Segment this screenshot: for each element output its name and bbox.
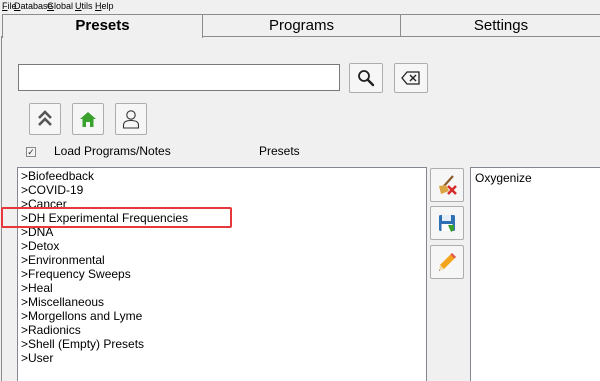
load-programs-label: Load Programs/Notes — [54, 144, 171, 158]
menu-help[interactable]: Help — [95, 1, 114, 12]
list-item[interactable]: >Shell (Empty) Presets — [21, 337, 144, 351]
menu-global[interactable]: Global — [47, 1, 73, 12]
search-input[interactable] — [18, 64, 340, 91]
search-icon — [358, 70, 375, 87]
person-icon — [122, 110, 140, 129]
list-item[interactable]: >Radionics — [21, 323, 81, 337]
backspace-clear-icon — [401, 71, 420, 85]
presets-heading: Presets — [259, 144, 300, 158]
list-item[interactable]: >Environmental — [21, 253, 105, 267]
program-list[interactable]: Oxygenize — [470, 167, 600, 381]
save-disk-icon — [439, 215, 455, 232]
menu-bar: File Database Global Utils Help — [0, 0, 600, 14]
list-item[interactable]: >User — [21, 351, 53, 365]
pencil-icon — [439, 253, 456, 271]
tab-presets[interactable]: Presets — [2, 14, 203, 38]
user-button[interactable] — [115, 103, 147, 135]
home-button[interactable] — [72, 103, 104, 135]
edit-preset-button[interactable] — [430, 245, 464, 279]
list-item[interactable]: Oxygenize — [475, 171, 532, 185]
tab-programs[interactable]: Programs — [201, 14, 402, 37]
list-item[interactable]: >Biofeedback — [21, 169, 94, 183]
preset-list[interactable]: >Biofeedback >COVID-19 >Cancer >DH Exper… — [17, 167, 427, 381]
broom-delete-icon — [439, 175, 457, 195]
list-item[interactable]: >Frequency Sweeps — [21, 267, 131, 281]
clear-search-button[interactable] — [394, 63, 428, 93]
list-item[interactable]: >COVID-19 — [21, 183, 83, 197]
collapse-button[interactable] — [29, 103, 61, 135]
home-icon — [80, 111, 96, 127]
search-button[interactable] — [349, 63, 383, 93]
double-chevron-up-icon — [38, 110, 52, 126]
list-item[interactable]: >Miscellaneous — [21, 295, 104, 309]
list-item[interactable]: >Detox — [21, 239, 59, 253]
menu-utils[interactable]: Utils — [75, 1, 93, 12]
delete-preset-button[interactable] — [430, 168, 464, 202]
save-preset-button[interactable] — [430, 206, 464, 240]
load-programs-checkbox[interactable]: ✓ — [26, 147, 36, 157]
list-item[interactable]: >Heal — [21, 281, 53, 295]
list-item[interactable]: >Morgellons and Lyme — [21, 309, 142, 323]
highlight-annotation-box — [1, 207, 232, 228]
tab-settings[interactable]: Settings — [400, 14, 600, 37]
